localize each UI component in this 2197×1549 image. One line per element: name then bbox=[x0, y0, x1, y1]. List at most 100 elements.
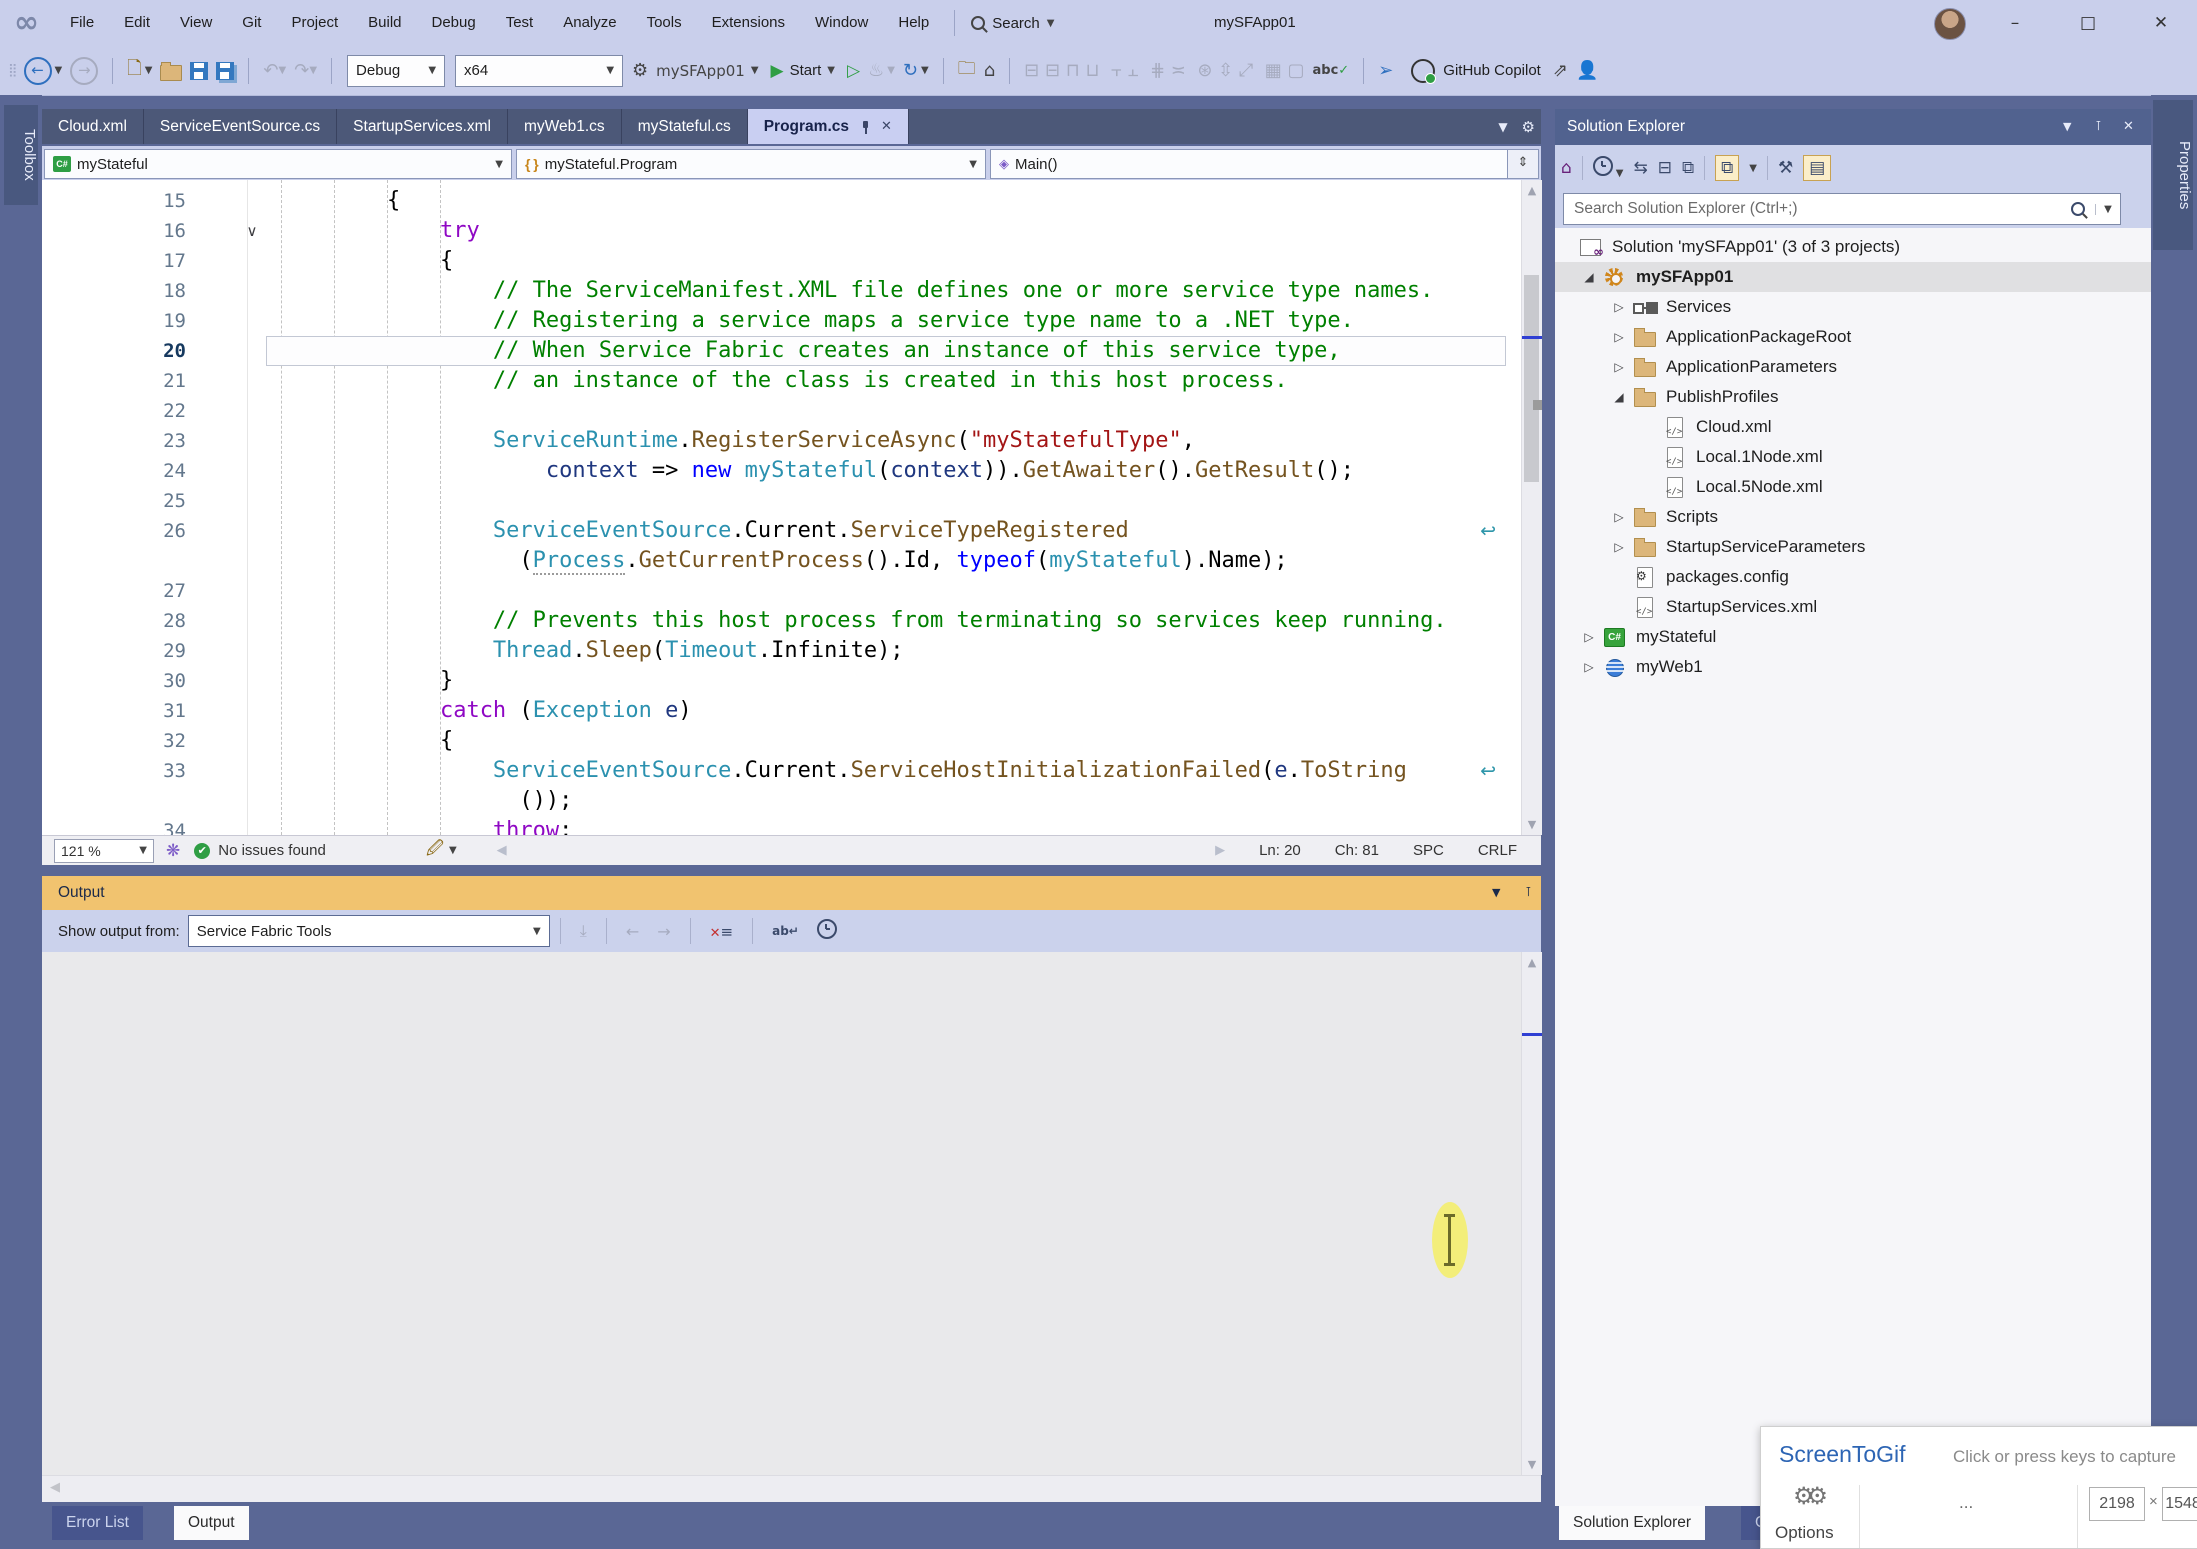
code-editor[interactable]: 15 {16∨ try17 {18 // The ServiceManifest… bbox=[42, 180, 1521, 835]
pending-changes-filter-icon[interactable]: ▼ bbox=[1593, 156, 1624, 181]
toolbar-drag-handle[interactable]: ⣿ bbox=[8, 63, 16, 78]
solution-search[interactable]: ▼ bbox=[1563, 193, 2121, 225]
code-line-27[interactable]: 27 bbox=[42, 576, 1521, 606]
tree-item-startupserviceparameters[interactable]: ▷StartupServiceParameters bbox=[1555, 532, 2151, 562]
menu-edit[interactable]: Edit bbox=[109, 0, 165, 46]
tree-item-startupservices-xml[interactable]: StartupServices.xml bbox=[1555, 592, 2151, 622]
live-share-icon[interactable]: 👤 bbox=[1576, 60, 1598, 81]
expand-icon[interactable]: ▷ bbox=[1575, 660, 1603, 674]
region-ellipsis[interactable]: ... bbox=[1959, 1493, 1973, 1513]
options-gears-icon[interactable]: ⚙⚙ bbox=[1793, 1482, 1820, 1510]
search-options-chevron-icon[interactable]: ▼ bbox=[2095, 204, 2120, 215]
open-file-button[interactable] bbox=[160, 65, 182, 81]
wrench-icon[interactable]: ⚒ bbox=[1778, 158, 1793, 178]
code-line-29[interactable]: 29 Thread.Sleep(Timeout.Infinite); bbox=[42, 636, 1521, 666]
startup-project-dropdown[interactable]: mySFApp01▼ bbox=[656, 62, 758, 80]
code-line-23[interactable]: 23 ServiceRuntime.RegisterServiceAsync("… bbox=[42, 426, 1521, 456]
code-line-22[interactable]: 22 bbox=[42, 396, 1521, 426]
menu-file[interactable]: File bbox=[55, 0, 109, 46]
code-line-18[interactable]: 18 // The ServiceManifest.XML file defin… bbox=[42, 276, 1521, 306]
close-tab-icon[interactable]: ✕ bbox=[881, 119, 892, 134]
expand-icon[interactable]: ▷ bbox=[1575, 630, 1603, 644]
tab-options-gear-icon[interactable]: ⚙ bbox=[1522, 118, 1535, 136]
output-vertical-scrollbar[interactable]: ▲ ▼ bbox=[1521, 952, 1542, 1475]
menu-extensions[interactable]: Extensions bbox=[697, 0, 800, 46]
code-line-19[interactable]: 19 // Registering a service maps a servi… bbox=[42, 306, 1521, 336]
code-line-17[interactable]: 17 { bbox=[42, 246, 1521, 276]
options-label[interactable]: Options bbox=[1775, 1523, 1834, 1543]
show-all-files-toggle[interactable]: ⧉ bbox=[1715, 155, 1739, 181]
scroll-left-icon[interactable]: ◀ bbox=[50, 1480, 60, 1495]
type-dropdown[interactable]: { }myStateful.Program ▼ bbox=[516, 149, 986, 179]
editor-tab-cloud.xml[interactable]: Cloud.xml bbox=[42, 109, 144, 144]
code-line-31[interactable]: 31 catch (Exception e) bbox=[42, 696, 1521, 726]
status-spaces[interactable]: SPC bbox=[1413, 836, 1444, 865]
collapse-icon[interactable]: ◢ bbox=[1575, 270, 1603, 284]
menu-project[interactable]: Project bbox=[276, 0, 353, 46]
scroll-up-icon[interactable]: ▲ bbox=[1522, 956, 1542, 969]
fold-collapse-icon[interactable]: ∨ bbox=[238, 216, 266, 246]
search-control[interactable]: Search ▼ bbox=[971, 15, 1054, 32]
split-editor-button[interactable]: ⇕ bbox=[1507, 149, 1539, 179]
menu-view[interactable]: View bbox=[165, 0, 227, 46]
expand-icon[interactable]: ▷ bbox=[1605, 510, 1633, 524]
preview-selected-items-toggle[interactable]: ▤ bbox=[1803, 155, 1831, 181]
code-line-34[interactable]: 34 throw; bbox=[42, 816, 1521, 835]
expand-icon[interactable]: ▷ bbox=[1605, 330, 1633, 344]
code-line-30[interactable]: 30 } bbox=[42, 666, 1521, 696]
code-line-15[interactable]: 15 { bbox=[42, 186, 1521, 216]
redo-button[interactable]: ↷ ▼ bbox=[294, 60, 317, 81]
tree-item-solution-mysfapp01-3-of-3-projects-[interactable]: Solution 'mySFApp01' (3 of 3 projects) bbox=[1555, 232, 2151, 262]
menu-build[interactable]: Build bbox=[353, 0, 416, 46]
collapse-all-icon[interactable]: ⊟ bbox=[1658, 158, 1672, 178]
status-line-endings[interactable]: CRLF bbox=[1478, 836, 1517, 865]
scrollbar-thumb[interactable] bbox=[1524, 275, 1539, 482]
spell-check-button[interactable]: abc✓ bbox=[1313, 63, 1350, 78]
tree-item-mystateful[interactable]: ▷myStateful bbox=[1555, 622, 2151, 652]
pin-tab-icon[interactable] bbox=[859, 120, 873, 134]
sync-with-active-document-icon[interactable]: ⇆ bbox=[1634, 158, 1648, 178]
scroll-down-icon[interactable]: ▼ bbox=[1522, 1458, 1542, 1471]
solution-window-icon[interactable]: ⌂ bbox=[984, 60, 995, 81]
hot-reload-button[interactable]: ♨▼ bbox=[868, 60, 895, 81]
menu-test[interactable]: Test bbox=[491, 0, 549, 46]
code-line-21[interactable]: 21 // an instance of the class is create… bbox=[42, 366, 1521, 396]
tree-item-applicationpackageroot[interactable]: ▷ApplicationPackageRoot bbox=[1555, 322, 2151, 352]
navigate-back-button[interactable]: ← bbox=[24, 57, 52, 85]
expand-icon[interactable]: ▷ bbox=[1605, 360, 1633, 374]
undo-button[interactable]: ↶ ▼ bbox=[263, 60, 286, 81]
tree-item-myweb1[interactable]: ▷myWeb1 bbox=[1555, 652, 2151, 682]
issues-status[interactable]: No issues found bbox=[218, 842, 326, 859]
bottom-tab-output[interactable]: Output bbox=[174, 1506, 249, 1540]
menu-git[interactable]: Git bbox=[227, 0, 276, 46]
menu-debug[interactable]: Debug bbox=[417, 0, 491, 46]
code-cleanup-brush-icon[interactable]: 🖉 bbox=[426, 836, 444, 865]
code-line-16[interactable]: 16∨ try bbox=[42, 216, 1521, 246]
bottom-tab-error-list[interactable]: Error List bbox=[52, 1506, 143, 1540]
scroll-up-icon[interactable]: ▲ bbox=[1522, 184, 1542, 197]
output-source-dropdown[interactable]: Service Fabric Tools▼ bbox=[188, 915, 550, 947]
code-line-25[interactable]: 25 bbox=[42, 486, 1521, 516]
tree-item-mysfapp01[interactable]: ◢mySFApp01 bbox=[1555, 262, 2151, 292]
tree-item-cloud-xml[interactable]: Cloud.xml bbox=[1555, 412, 2151, 442]
find-in-files-icon[interactable]: 🗀 bbox=[958, 56, 976, 86]
github-copilot-button[interactable]: GitHub Copilot bbox=[1411, 59, 1541, 83]
tree-item-publishprofiles[interactable]: ◢PublishProfiles bbox=[1555, 382, 2151, 412]
clear-all-icon[interactable]: ✕≡ bbox=[710, 922, 733, 941]
editor-tab-startupservices.xml[interactable]: StartupServices.xml bbox=[337, 109, 508, 144]
pin-icon[interactable]: ⊺ bbox=[1525, 876, 1532, 910]
editor-tab-mystateful.cs[interactable]: myStateful.cs bbox=[622, 109, 748, 144]
code-line-24[interactable]: 24 context => new myStateful(context)).G… bbox=[42, 456, 1521, 486]
minimize-button[interactable]: – bbox=[1992, 0, 2038, 46]
tab-list-chevron-icon[interactable]: ▼ bbox=[1498, 120, 1507, 134]
editor-vertical-scrollbar[interactable]: ▲ ▼ bbox=[1521, 180, 1542, 835]
output-horizontal-scrollbar[interactable]: ◀ bbox=[42, 1475, 1541, 1502]
tree-item-scripts[interactable]: ▷Scripts bbox=[1555, 502, 2151, 532]
status-column[interactable]: Ch: 81 bbox=[1335, 836, 1379, 865]
start-without-debugging-button[interactable]: ▷ bbox=[847, 61, 860, 81]
intellicode-cursor-icon[interactable]: ➢ bbox=[1378, 60, 1393, 81]
editor-tab-serviceeventsource.cs[interactable]: ServiceEventSource.cs bbox=[144, 109, 337, 144]
output-panel-titlebar[interactable]: Output ▼ ⊺ ✕ bbox=[42, 876, 1541, 910]
code-line-continuation[interactable]: ()); bbox=[42, 786, 1521, 816]
timestamp-clock-icon[interactable] bbox=[817, 919, 837, 943]
